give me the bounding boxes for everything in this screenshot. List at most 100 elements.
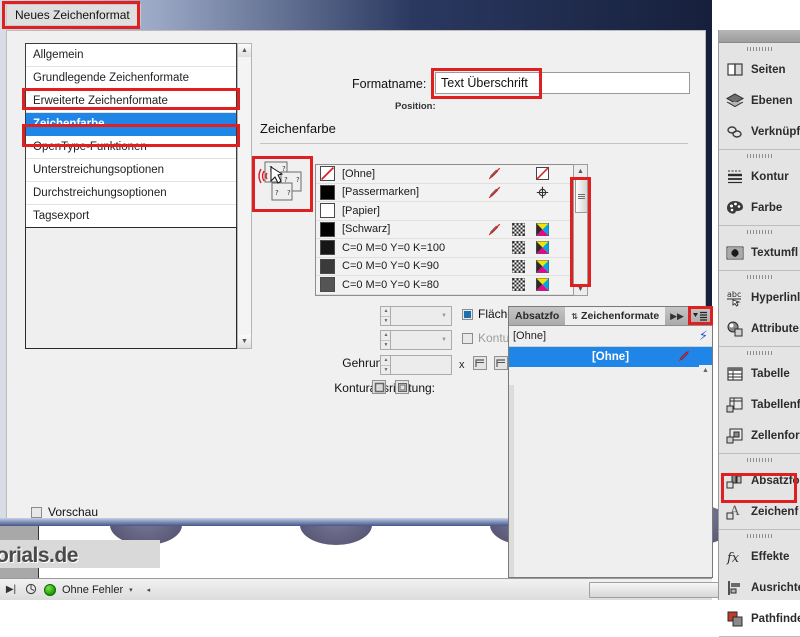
current-style-row[interactable]: [Ohne] ⚡	[509, 326, 712, 347]
miter-join-button-a[interactable]	[473, 356, 487, 370]
cmyk-icon[interactable]	[535, 222, 550, 236]
dock-group-grip[interactable]	[719, 43, 800, 54]
dock-item-stroke[interactable]: Kontur	[719, 161, 800, 192]
dock-group-grip[interactable]	[719, 226, 800, 237]
registration-icon[interactable]	[536, 186, 549, 199]
style-item-label: [Ohne]	[591, 351, 630, 363]
chevron-down-icon[interactable]: ▾	[129, 586, 133, 594]
stroke-align-outside-button[interactable]	[395, 380, 409, 394]
highlight-format-name	[431, 68, 542, 99]
scroll-up-icon[interactable]: ▲	[574, 165, 587, 177]
dock-item-pathfinder[interactable]: Pathfinde	[719, 603, 800, 634]
cell-styles-icon	[725, 426, 745, 446]
pathfinder-icon	[725, 609, 745, 629]
dock-item-text-wrap[interactable]: Textumfl	[719, 237, 800, 268]
style-list-item-selected[interactable]: [Ohne]	[509, 347, 712, 367]
preview-label: Vorschau	[48, 505, 99, 519]
dock-item-cell-styles[interactable]: Zellenfor	[719, 420, 800, 451]
dock-item-layers[interactable]: Ebenen	[719, 85, 800, 116]
miter-input[interactable]	[390, 355, 452, 375]
scroll-up-icon[interactable]: ▲	[238, 44, 251, 57]
dock-item-label: Attribute	[751, 322, 799, 335]
bolt-icon[interactable]: ⚡	[699, 328, 708, 344]
swatch-name: C=0 M=0 Y=0 K=90	[342, 260, 440, 273]
swatch-list[interactable]: [Ohne] [Passermarken] [Papier] [Schwarz] C=0…	[315, 164, 583, 296]
dock-item-table-styles[interactable]: Tabellenf	[719, 389, 800, 420]
double-right-arrow-icon[interactable]: ▶▶	[666, 307, 688, 325]
dock-item-table[interactable]: Tabelle	[719, 358, 800, 389]
swatch-row[interactable]: [Schwarz]	[316, 221, 582, 239]
panel-dock: Seiten Ebenen Verknüpf Kontur Farbe Textumfl a…	[718, 30, 800, 637]
checker-icon[interactable]	[511, 277, 526, 292]
dock-item-align[interactable]: Ausrichte	[719, 572, 800, 603]
category-item[interactable]: Unterstreichungsoptionen	[26, 159, 236, 182]
swatch-row[interactable]: [Ohne]	[316, 165, 582, 184]
dock-group-grip[interactable]	[719, 150, 800, 161]
category-item[interactable]: Tagsexport	[26, 205, 236, 228]
style-list-body[interactable]	[509, 385, 712, 577]
none-swatch-icon[interactable]	[536, 167, 549, 180]
dock-group-grip[interactable]	[719, 271, 800, 282]
checker-icon[interactable]	[511, 222, 526, 236]
dock-item-label: Farbe	[751, 201, 783, 214]
swatch-row[interactable]: C=0 M=0 Y=0 K=100	[316, 239, 582, 258]
dock-group-grip[interactable]	[719, 530, 800, 541]
swatch-row[interactable]: [Passermarken]	[316, 184, 582, 202]
no-pen-icon[interactable]	[488, 167, 501, 180]
left-caret-icon[interactable]: ◂	[147, 586, 151, 594]
dock-item-effects-fx[interactable]: fx Effekte	[719, 541, 800, 572]
miter-unit: x	[459, 359, 465, 371]
overprint-fill-checkbox[interactable]	[462, 308, 473, 320]
dock-group-grip[interactable]	[719, 454, 800, 465]
no-pen-icon[interactable]	[488, 186, 501, 199]
effects-fx-icon: fx	[725, 547, 745, 567]
links-icon	[725, 122, 745, 142]
checker-icon[interactable]	[511, 240, 526, 255]
category-item[interactable]: Grundlegende Zeichenformate	[26, 67, 236, 90]
miter-join-button-b[interactable]	[494, 356, 508, 370]
no-pen-icon[interactable]	[488, 223, 501, 236]
dock-item-label: Hyperlinl	[751, 291, 800, 304]
pen-strike-icon[interactable]	[678, 350, 690, 365]
table-styles-icon	[725, 395, 745, 415]
tab-paragraph-styles[interactable]: Absatzfo	[509, 307, 565, 325]
swatch-row[interactable]: C=0 M=0 Y=0 K=90	[316, 258, 582, 276]
dock-item-attributes[interactable]: Attribute	[719, 313, 800, 344]
swatch-row[interactable]: [Papier]	[316, 202, 582, 221]
stroke-align-inside-button[interactable]	[372, 380, 386, 394]
dialog-title-bar[interactable]: Neues Zeichenformat	[0, 0, 712, 30]
swatch-row[interactable]: C=0 M=0 Y=0 K=80	[316, 276, 582, 295]
cmyk-icon[interactable]	[535, 240, 550, 255]
category-list-empty-area	[25, 227, 237, 349]
dock-item-links[interactable]: Verknüpf	[719, 116, 800, 147]
preflight-status-label: Ohne Fehler	[62, 583, 124, 596]
dock-item-label: Pathfinde	[751, 612, 800, 625]
dock-item-hyperlinks[interactable]: abc Hyperlinl	[719, 282, 800, 313]
updown-arrows-icon: ⇅	[571, 311, 579, 321]
overprint-stroke-checkbox	[462, 332, 473, 344]
dock-item-pages[interactable]: Seiten	[719, 54, 800, 85]
color-palette-icon	[725, 198, 745, 218]
character-styles-icon: A	[725, 502, 745, 522]
preview-checkbox[interactable]	[31, 506, 42, 518]
cmyk-icon[interactable]	[535, 259, 550, 273]
dock-group-grip[interactable]	[719, 347, 800, 358]
checker-icon[interactable]	[511, 259, 526, 273]
panel-left-edge	[509, 385, 514, 577]
align-icon	[725, 578, 745, 598]
scroll-down-icon[interactable]: ▼	[238, 335, 251, 348]
weight-combo[interactable]: ▼	[390, 330, 452, 350]
highlight-swatch-scrollbar	[570, 177, 591, 287]
preview-row[interactable]: Vorschau	[31, 505, 98, 519]
page-last-icon[interactable]: ▶|	[4, 583, 18, 597]
tint-combo[interactable]: ▼	[390, 306, 452, 326]
dock-item-label: Verknüpf	[751, 125, 800, 138]
cmyk-icon[interactable]	[535, 277, 550, 292]
preflight-icon[interactable]	[24, 583, 38, 597]
tab-character-styles[interactable]: ⇅ Zeichenformate	[565, 307, 666, 325]
category-item[interactable]: Allgemein	[26, 44, 236, 67]
category-item[interactable]: Durchstreichungsoptionen	[26, 182, 236, 205]
preflight-status-dot	[44, 583, 56, 596]
dock-header[interactable]	[719, 30, 800, 43]
dock-item-color-palette[interactable]: Farbe	[719, 192, 800, 223]
